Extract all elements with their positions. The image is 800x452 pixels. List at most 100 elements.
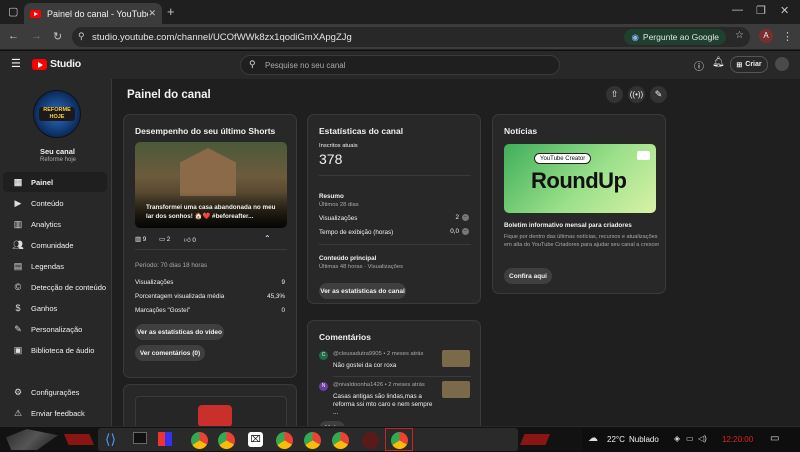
- active-chrome-window[interactable]: [385, 428, 413, 451]
- cloud-icon: ☁: [588, 433, 598, 444]
- clock[interactable]: 12:20:00: [722, 435, 753, 444]
- sidebar-item-ganhos[interactable]: $ Ganhos: [3, 298, 107, 318]
- comment-video-thumbnail[interactable]: [442, 350, 470, 367]
- channel-avatar[interactable]: REFORME HOJE: [33, 90, 81, 138]
- community-icon: 👥︎: [12, 239, 24, 250]
- live-icon[interactable]: ((•)): [628, 86, 645, 103]
- chrome-icon[interactable]: [191, 432, 208, 449]
- comment-text: Casas antigas são lindas,mas a reforma s…: [333, 393, 433, 416]
- sidebar: REFORME HOJE Seu canal Reforme hoje ▦ Pai…: [0, 79, 112, 426]
- sidebar-item-label: Legendas: [31, 261, 64, 271]
- new-tab-icon[interactable]: +: [167, 4, 175, 19]
- sidebar-item-comunidade[interactable]: 👥︎ Comunidade: [3, 235, 107, 255]
- comment-author: @nivaldoonha1426 • 2 meses atrás: [333, 382, 425, 388]
- view-channel-stats-button[interactable]: Ver as estatísticas do canal: [319, 283, 406, 299]
- chrome-icon[interactable]: [218, 432, 235, 449]
- comment-author-name: @nivaldoonha1426: [333, 382, 384, 388]
- close-tab-icon[interactable]: ✕: [148, 8, 156, 19]
- terminal-icon[interactable]: [133, 432, 147, 444]
- maximize-icon[interactable]: ❐: [756, 4, 766, 17]
- help-icon[interactable]: ⓘ: [694, 58, 704, 73]
- tab-menu-icon[interactable]: ▢: [8, 5, 18, 18]
- dashboard-icon: ▦: [13, 176, 23, 187]
- create-button[interactable]: ⊞ Criar: [730, 56, 768, 73]
- sidebar-item-feedback[interactable]: ⚠ Enviar feedback: [3, 403, 107, 423]
- address-bar[interactable]: ⚲ studio.youtube.com/channel/UCOfWWk8zx1…: [72, 27, 750, 47]
- browser-menu-icon[interactable]: ⋮: [782, 30, 793, 43]
- summary-row-label: Visualizações: [319, 215, 358, 222]
- ask-google-button[interactable]: ◉ Pergunte ao Google: [624, 29, 726, 45]
- profile-avatar[interactable]: A: [759, 29, 773, 43]
- youtube-logo-icon[interactable]: [32, 59, 47, 70]
- minimize-icon[interactable]: —: [732, 4, 743, 16]
- sidebar-item-painel[interactable]: ▦ Painel: [3, 172, 107, 192]
- account-avatar[interactable]: [775, 57, 789, 71]
- view-comments-button[interactable]: Ver comentários (0): [135, 345, 205, 361]
- comments-card-title: Comentários: [319, 332, 371, 342]
- create-post-icon[interactable]: ✎: [650, 86, 667, 103]
- chrome-icon[interactable]: [304, 432, 321, 449]
- view-video-stats-button[interactable]: Ver as estatísticas do vídeo: [135, 324, 224, 340]
- news-body: Fique por dentro das últimas notícias, r…: [504, 234, 660, 248]
- chrome-icon: [391, 432, 408, 449]
- sidebar-item-legendas[interactable]: ▤ Legendas: [3, 256, 107, 276]
- network-icon[interactable]: ▭: [686, 434, 694, 443]
- analytics-icon: ▥: [13, 218, 23, 229]
- sidebar-item-analytics[interactable]: ▥ Analytics: [3, 214, 107, 234]
- sidebar-item-biblioteca[interactable]: ▣ Biblioteca de áudio: [3, 340, 107, 360]
- close-window-icon[interactable]: ✕: [780, 4, 789, 17]
- temperature[interactable]: 22°C: [607, 435, 625, 444]
- sidebar-item-personalizacao[interactable]: ✎ Personalização: [3, 319, 107, 339]
- check-it-out-button[interactable]: Confira aqui: [504, 268, 552, 284]
- app-grid-icon[interactable]: [158, 432, 172, 446]
- vscode-icon[interactable]: ⟨⟩: [105, 431, 116, 448]
- comment-time: • 2 meses atrás: [384, 382, 425, 388]
- comment-video-thumbnail[interactable]: [442, 381, 470, 398]
- short-video-title: Transformei uma casa abandonada no meu l…: [146, 204, 276, 220]
- notification-center-icon[interactable]: ▭: [770, 433, 779, 444]
- bookmark-star-icon[interactable]: ☆: [735, 30, 744, 41]
- rog-tray-icon[interactable]: ◈: [674, 434, 680, 443]
- comment-text: Não gostei da cor roxa: [333, 362, 397, 369]
- chrome-icon[interactable]: [276, 432, 293, 449]
- search-input[interactable]: ⚲ Pesquise no seu canal: [240, 55, 560, 75]
- short-likes-stat: 👍︎ 0: [184, 236, 196, 244]
- upload-icon[interactable]: ⇧: [606, 86, 623, 103]
- weather-condition[interactable]: Nublado: [629, 435, 659, 444]
- top-content-subtitle: Últimas 48 horas · Visualizações: [319, 264, 403, 270]
- sidebar-item-label: Enviar feedback: [31, 408, 85, 418]
- studio-logo-text[interactable]: Studio: [50, 58, 81, 70]
- armoury-crate-icon[interactable]: [362, 432, 379, 449]
- capcut-icon[interactable]: ⌧: [248, 432, 263, 447]
- bar-chart-icon: ▥: [135, 236, 141, 243]
- channel-stats-card: Estatísticas do canal Inscritos atuais 3…: [307, 114, 481, 304]
- google-lens-icon: ◉: [631, 31, 639, 42]
- volume-icon[interactable]: ◁): [698, 434, 707, 443]
- site-info-icon[interactable]: ⚲: [78, 31, 85, 42]
- metric-value: 0: [281, 307, 285, 314]
- sidebar-item-configuracoes[interactable]: ⚙ Configurações: [3, 382, 107, 402]
- forward-icon[interactable]: →: [31, 30, 42, 42]
- notifications-bell-icon[interactable]: 🔔︎: [712, 57, 725, 68]
- short-comments-value: 2: [166, 236, 171, 243]
- short-views-value: 9: [142, 236, 147, 243]
- comment-time: • 2 meses atrás: [383, 351, 424, 357]
- chrome-icon[interactable]: [332, 432, 349, 449]
- sidebar-item-deteccao[interactable]: © Detecção de conteúdo: [3, 277, 107, 297]
- browser-tab[interactable]: Painel do canal - YouTube Studio ✕: [24, 3, 162, 24]
- rog-logo-icon[interactable]: [6, 429, 58, 450]
- ask-google-label: Pergunte ao Google: [642, 32, 719, 42]
- sidebar-item-conteudo[interactable]: ▶ Conteúdo: [3, 193, 107, 213]
- short-thumbnail[interactable]: Transformei uma casa abandonada no meu l…: [135, 142, 287, 228]
- shorts-card-title: Desempenho do seu último Shorts: [135, 126, 276, 136]
- collapse-chevron-icon[interactable]: ⌃: [264, 234, 271, 243]
- url-text: studio.youtube.com/channel/UCOfWWk8zx1qo…: [92, 31, 352, 43]
- news-headline: Boletim informativo mensal para criadore…: [504, 222, 632, 229]
- reload-icon[interactable]: ↻: [53, 30, 62, 43]
- shorts-performance-card: Desempenho do seu último Shorts Transfor…: [123, 114, 297, 378]
- commenter-avatar[interactable]: N: [319, 382, 328, 391]
- roundup-banner[interactable]: YouTube Creator RoundUp: [504, 144, 656, 213]
- commenter-avatar[interactable]: C: [319, 351, 328, 360]
- hamburger-menu-icon[interactable]: ☰: [11, 57, 21, 70]
- back-icon[interactable]: ←: [8, 30, 19, 42]
